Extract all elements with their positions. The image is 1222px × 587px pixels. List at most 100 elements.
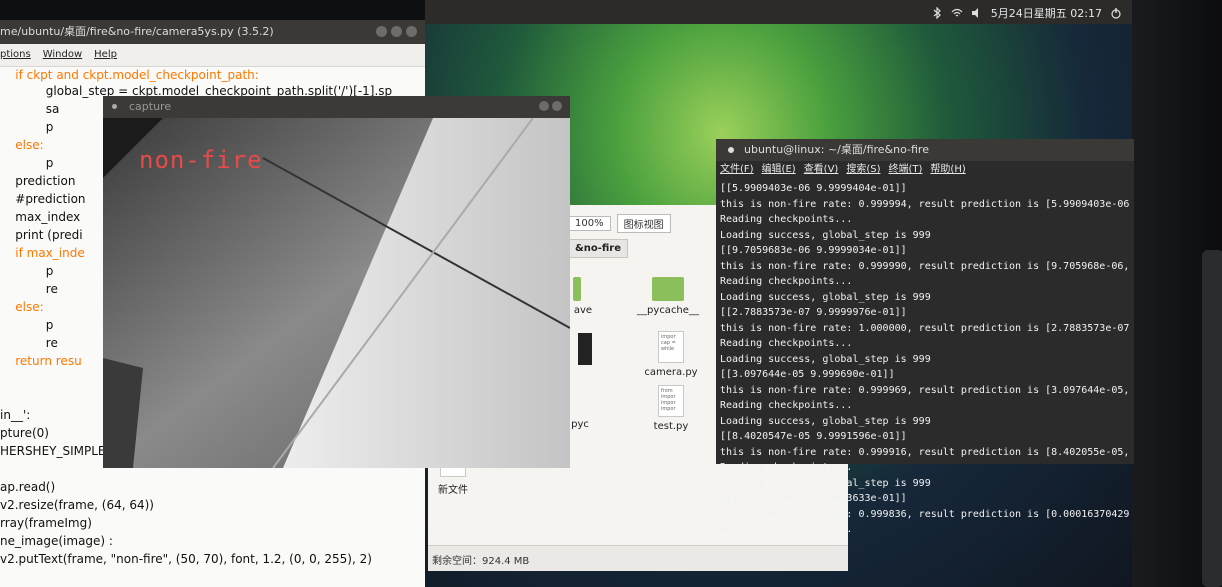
system-tray: 5月24日星期五 02:17 xyxy=(931,5,1122,21)
file-toolbar: 100% 图标视图 xyxy=(568,213,671,233)
file-item-camera[interactable]: impor cap = while camera.py xyxy=(631,331,711,378)
code-line: re xyxy=(0,282,58,296)
close-button[interactable] xyxy=(406,26,417,37)
terminal-line: Loading success, global_step is 999 xyxy=(720,415,931,427)
file-status-bar: 剩余空间：924.4 MB xyxy=(428,545,848,571)
terminal-line: [[5.9909403e-06 9.9999404e-01]] xyxy=(720,183,907,194)
free-space: 剩余空间：924.4 MB xyxy=(432,556,530,567)
top-panel: 5月24日星期五 02:17 xyxy=(425,0,1132,24)
code-line: p xyxy=(0,264,54,278)
close-button[interactable] xyxy=(552,101,562,111)
file-label: __pycache__ xyxy=(637,305,699,316)
menu-file[interactable]: 文件(F) xyxy=(720,161,754,179)
file-label: camera.py xyxy=(644,367,698,378)
capture-title: capture xyxy=(129,100,172,113)
code-line: v2.putText(frame, "non-fire", (50, 70), … xyxy=(0,552,372,566)
screen: 5月24日星期五 02:17 me/ubuntu/桌面/fire&no-fire… xyxy=(0,0,1222,587)
code-line: in__': xyxy=(0,408,31,422)
code-line: print (predi xyxy=(0,228,83,242)
terminal-window[interactable]: ubuntu@linux: ~/桌面/fire&no-fire 文件(F) 编辑… xyxy=(716,139,1134,535)
monitor-stand xyxy=(1202,250,1222,587)
terminal-line: Loading success, global_step is 999 xyxy=(720,353,931,365)
terminal-line: Reading checkpoints... xyxy=(720,338,853,349)
minimize-button[interactable] xyxy=(376,26,387,37)
terminal-titlebar[interactable]: ubuntu@linux: ~/桌面/fire&no-fire xyxy=(716,139,1134,161)
window-menu-icon[interactable] xyxy=(728,147,734,153)
breadcrumb[interactable]: &no-fire xyxy=(568,239,628,258)
capture-titlebar[interactable]: capture xyxy=(103,96,570,118)
code-line: return resu xyxy=(0,354,82,368)
terminal-menubar: 文件(F) 编辑(E) 查看(V) 搜索(S) 终端(T) 帮助(H) xyxy=(716,161,1134,179)
file-item-test[interactable]: from impor impor impor test.py xyxy=(631,385,711,432)
menu-help[interactable]: Help xyxy=(94,44,117,66)
power-icon[interactable] xyxy=(1110,7,1122,19)
editor-title: me/ubuntu/桌面/fire&no-fire/camera5ys.py (… xyxy=(0,25,274,38)
folder-icon xyxy=(652,277,684,301)
terminal-line: [[3.097644e-05 9.999690e-01]] xyxy=(720,369,895,380)
code-line: #prediction xyxy=(0,192,86,206)
bluetooth-icon[interactable] xyxy=(931,7,943,19)
code-line: rray(frameImg) xyxy=(0,516,92,530)
menu-edit[interactable]: 编辑(E) xyxy=(762,161,796,179)
terminal-title: ubuntu@linux: ~/桌面/fire&no-fire xyxy=(744,143,929,156)
terminal-line: [[8.4020547e-05 9.9991596e-01]] xyxy=(720,431,907,442)
menu-window[interactable]: Window xyxy=(43,44,82,66)
menu-view[interactable]: 查看(V) xyxy=(804,161,839,179)
folder-icon xyxy=(573,277,581,301)
terminal-output[interactable]: [[5.9909403e-06 9.9999404e-01]] this is n… xyxy=(720,181,1134,538)
monitor-bezel xyxy=(1132,0,1222,587)
image-file-icon xyxy=(578,333,592,365)
view-mode-select[interactable]: 图标视图 xyxy=(616,213,671,233)
code-line: HERSHEY_SIMPLEX xyxy=(0,444,114,458)
file-label: pyc xyxy=(571,419,589,430)
code-line: re xyxy=(0,336,58,350)
code-line: p xyxy=(0,156,54,170)
document-icon: impor cap = while xyxy=(658,331,684,363)
menu-search[interactable]: 搜索(S) xyxy=(846,161,880,179)
terminal-line: Reading checkpoints... xyxy=(720,524,853,535)
prediction-overlay: non-fire xyxy=(139,146,263,174)
terminal-line: this is non-fire rate: 1.000000, result … xyxy=(720,322,1130,334)
code-line: pture(0) xyxy=(0,426,49,440)
file-label: test.py xyxy=(653,421,689,432)
code-line: else: xyxy=(0,138,44,152)
maximize-button[interactable] xyxy=(391,26,402,37)
document-icon: from impor impor impor xyxy=(658,385,684,417)
zoom-level[interactable]: 100% xyxy=(568,215,611,231)
code-line: if max_inde xyxy=(0,246,85,260)
menu-help[interactable]: 帮助(H) xyxy=(930,161,965,179)
terminal-line: [[9.7059683e-06 9.9999034e-01]] xyxy=(720,245,907,256)
file-item-pycache[interactable]: __pycache__ xyxy=(628,277,708,316)
terminal-line: Loading success, global_step is 999 xyxy=(720,477,931,489)
camera-feed: non-fire xyxy=(103,118,570,468)
terminal-line: this is non-fire rate: 0.999994, result … xyxy=(720,198,1130,210)
clock[interactable]: 5月24日星期五 02:17 xyxy=(991,5,1102,21)
file-label: 新文件 xyxy=(438,485,468,496)
terminal-line: this is non-fire rate: 0.999969, result … xyxy=(720,384,1130,396)
code-line: max_index xyxy=(0,210,81,224)
code-line: else: xyxy=(0,300,44,314)
terminal-line: this is non-fire rate: 0.999836, result … xyxy=(720,508,1130,520)
menu-terminal[interactable]: 终端(T) xyxy=(889,161,923,179)
terminal-line: Reading checkpoints... xyxy=(720,462,853,473)
terminal-line: Reading checkpoints... xyxy=(720,400,853,411)
window-menu-icon[interactable] xyxy=(112,104,117,109)
editor-titlebar[interactable]: me/ubuntu/桌面/fire&no-fire/camera5ys.py (… xyxy=(0,20,425,44)
editor-menubar: ptions Window Help xyxy=(0,44,425,67)
menu-options[interactable]: ptions xyxy=(0,44,31,66)
code-line: prediction xyxy=(0,174,76,188)
code-line: ap.read() xyxy=(0,480,56,494)
minimize-button[interactable] xyxy=(539,101,549,111)
terminal-line: Reading checkpoints... xyxy=(720,214,853,225)
code-line: p xyxy=(0,120,54,134)
terminal-line: this is non-fire rate: 0.999990, result … xyxy=(720,260,1130,272)
code-line: sa xyxy=(0,102,60,116)
file-label: ave xyxy=(573,305,593,316)
terminal-line: [[1.6370429e-04 9.9983633e-01]] xyxy=(720,493,907,504)
terminal-line: Reading checkpoints... xyxy=(720,276,853,287)
capture-window[interactable]: capture non-fire xyxy=(103,96,570,468)
terminal-line: Loading success, global_step is 999 xyxy=(720,229,931,241)
terminal-line: Loading success, global_step is 999 xyxy=(720,291,931,303)
wifi-icon[interactable] xyxy=(951,7,963,19)
speaker-icon[interactable] xyxy=(971,7,983,19)
